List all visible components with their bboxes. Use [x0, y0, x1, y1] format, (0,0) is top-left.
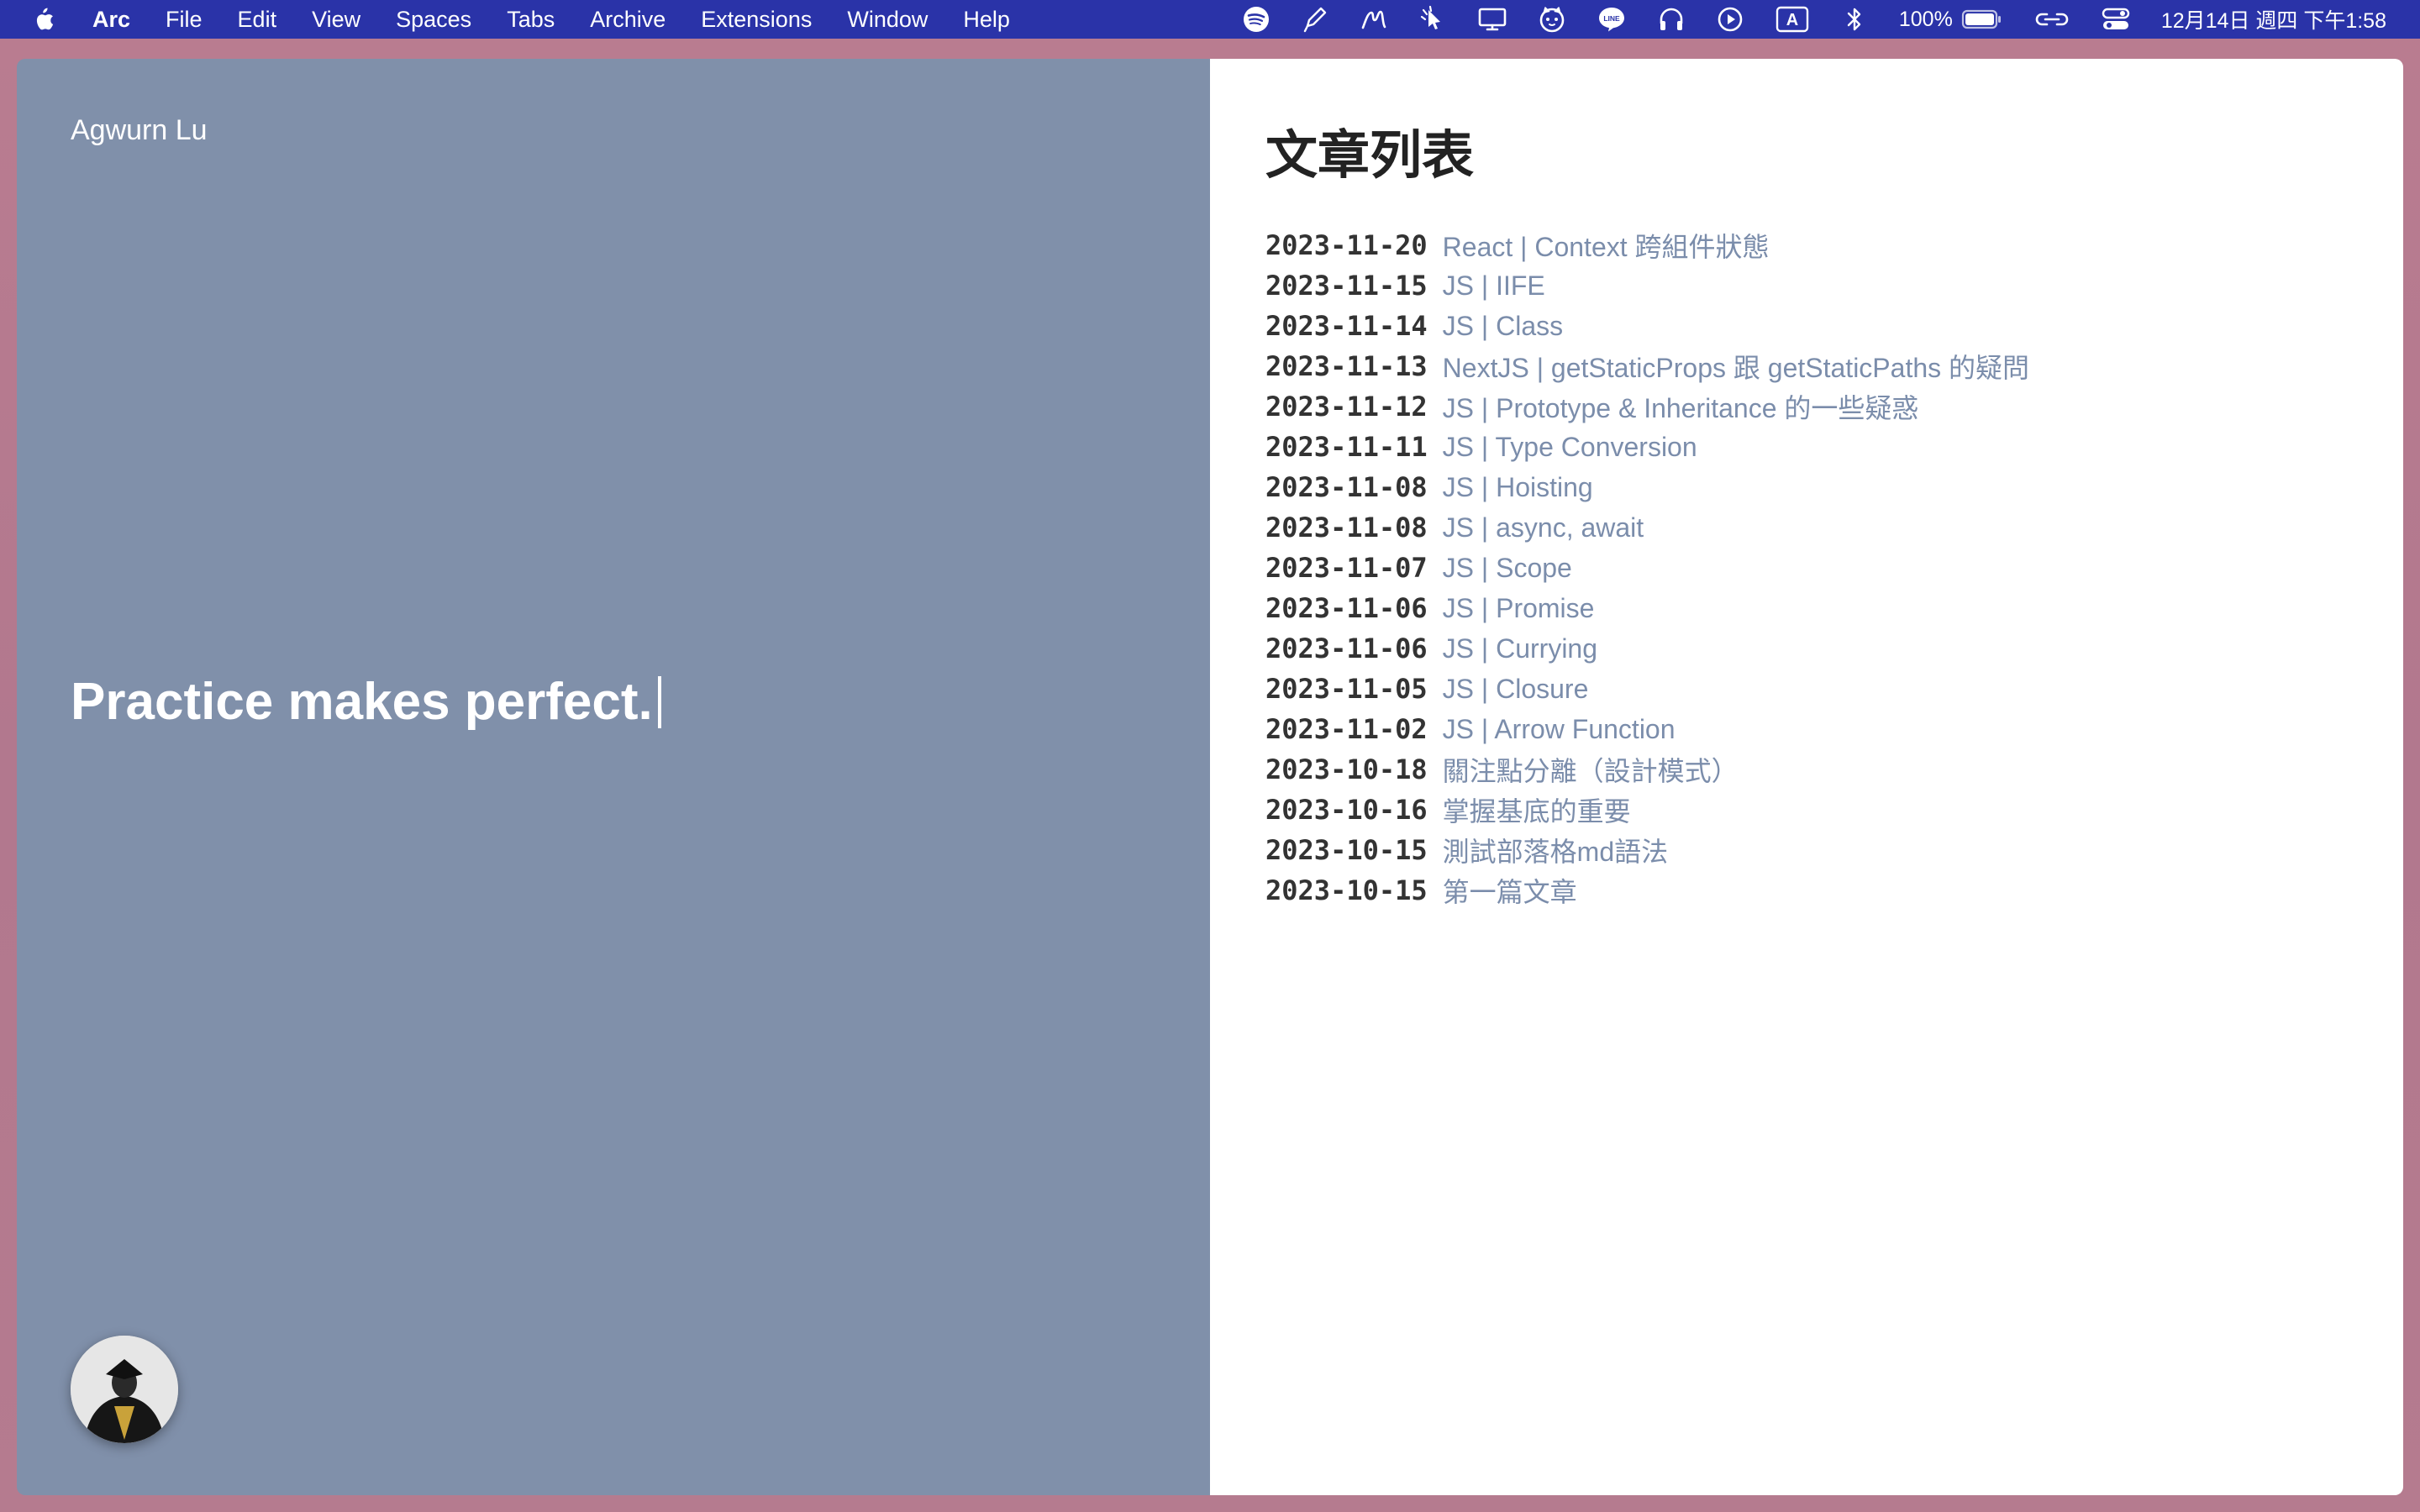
- cursor-gesture-icon[interactable]: [1418, 5, 1447, 34]
- menu-bar: Arc File Edit View Spaces Tabs Archive E…: [0, 0, 2420, 39]
- post-title-link[interactable]: 測試部落格md語法: [1443, 831, 1668, 869]
- post-date: 2023-11-13: [1265, 350, 1428, 382]
- list-item: 2023-11-06 JS | Promise: [1265, 588, 2029, 628]
- post-title-link[interactable]: JS | Arrow Function: [1443, 714, 1676, 745]
- menu-tabs[interactable]: Tabs: [507, 7, 555, 33]
- post-date: 2023-11-15: [1265, 270, 1428, 302]
- post-date: 2023-10-15: [1265, 874, 1428, 906]
- list-item: 2023-11-02 JS | Arrow Function: [1265, 709, 2029, 749]
- list-item: 2023-11-12 JS | Prototype & Inheritance 的…: [1265, 386, 2029, 427]
- list-item: 2023-10-16 掌握基底的重要: [1265, 790, 2029, 830]
- brush-icon[interactable]: [1360, 5, 1388, 34]
- article-list-title: 文章列表: [1265, 127, 1475, 185]
- article-list-panel: 文章列表 2023-11-20 React | Context 跨組件狀態 2023…: [1210, 59, 2403, 1495]
- post-date: 2023-11-06: [1265, 633, 1428, 664]
- input-source-icon[interactable]: A: [1775, 5, 1810, 34]
- post-date: 2023-11-14: [1265, 310, 1428, 342]
- list-item: 2023-11-08 JS | Hoisting: [1265, 467, 2029, 507]
- menu-bar-left: Arc File Edit View Spaces Tabs Archive E…: [0, 0, 1045, 39]
- post-date: 2023-11-05: [1265, 673, 1428, 705]
- menu-edit[interactable]: Edit: [238, 7, 277, 33]
- post-title-link[interactable]: JS | Closure: [1443, 674, 1589, 705]
- post-title-link[interactable]: 掌握基底的重要: [1443, 790, 1631, 829]
- list-item: 2023-11-14 JS | Class: [1265, 306, 2029, 346]
- list-item: 2023-10-18 關注點分離（設計模式）: [1265, 749, 2029, 790]
- post-date: 2023-10-18: [1265, 753, 1428, 785]
- post-title-link[interactable]: JS | Hoisting: [1443, 472, 1593, 503]
- post-title-link[interactable]: JS | Currying: [1443, 633, 1597, 664]
- article-list: 2023-11-20 React | Context 跨組件狀態 2023-11-1…: [1265, 225, 2029, 911]
- post-title-link[interactable]: JS | Type Conversion: [1443, 432, 1697, 463]
- list-item: 2023-11-05 JS | Closure: [1265, 669, 2029, 709]
- post-date: 2023-11-08: [1265, 471, 1428, 503]
- list-item: 2023-10-15 測試部落格md語法: [1265, 830, 2029, 870]
- post-title-link[interactable]: JS | IIFE: [1443, 270, 1545, 302]
- menu-extensions[interactable]: Extensions: [701, 7, 812, 33]
- author-avatar[interactable]: [71, 1336, 178, 1443]
- battery-level-fill: [1965, 13, 1994, 25]
- menu-app-name[interactable]: Arc: [92, 7, 130, 33]
- menu-bar-clock[interactable]: 12月14日 週四 下午1:58: [2161, 4, 2386, 34]
- headphones-icon[interactable]: [1657, 5, 1686, 34]
- battery-icon[interactable]: [1961, 5, 2003, 34]
- input-source-label: A: [1786, 11, 1798, 29]
- post-date: 2023-11-06: [1265, 592, 1428, 624]
- apple-logo-icon[interactable]: [30, 5, 55, 34]
- play-circle-icon[interactable]: [1716, 5, 1744, 34]
- line-app-icon[interactable]: LINE: [1597, 5, 1627, 34]
- post-title-link[interactable]: JS | Class: [1443, 311, 1563, 342]
- pen-icon[interactable]: [1301, 5, 1329, 34]
- menu-window[interactable]: Window: [847, 7, 928, 33]
- avatar-photo: [71, 1336, 178, 1443]
- post-title-link[interactable]: JS | async, await: [1443, 512, 1644, 543]
- web-page: Agwurn Lu Practice makes perfect. 文章列表 2…: [17, 59, 2403, 1495]
- post-date: 2023-11-02: [1265, 713, 1428, 745]
- post-title-link[interactable]: 第一篇文章: [1443, 871, 1577, 910]
- post-date: 2023-11-07: [1265, 552, 1428, 584]
- menu-file[interactable]: File: [166, 7, 203, 33]
- post-date: 2023-11-12: [1265, 391, 1428, 423]
- site-name-link[interactable]: Agwurn Lu: [71, 114, 208, 147]
- hero-tagline: Practice makes perfect.: [71, 672, 661, 732]
- list-item: 2023-11-07 JS | Scope: [1265, 548, 2029, 588]
- menu-archive[interactable]: Archive: [590, 7, 666, 33]
- list-item: 2023-10-15 第一篇文章: [1265, 870, 2029, 911]
- post-date: 2023-10-15: [1265, 834, 1428, 866]
- list-item: 2023-11-15 JS | IIFE: [1265, 265, 2029, 306]
- post-date: 2023-11-11: [1265, 431, 1428, 463]
- list-item: 2023-11-06 JS | Currying: [1265, 628, 2029, 669]
- cat-face-icon[interactable]: [1538, 5, 1566, 34]
- post-title-link[interactable]: JS | Scope: [1443, 553, 1572, 584]
- bluetooth-icon[interactable]: [1840, 5, 1869, 34]
- link-icon[interactable]: [2033, 5, 2070, 34]
- hero-panel: Agwurn Lu Practice makes perfect.: [17, 59, 1210, 1495]
- menu-view[interactable]: View: [312, 7, 360, 33]
- tagline-text: Practice makes perfect.: [71, 673, 653, 731]
- list-item: 2023-11-11 JS | Type Conversion: [1265, 427, 2029, 467]
- menu-bar-status-area: LINE A 100% 12月14日 週四 下午1:58: [1212, 0, 2386, 39]
- svg-text:LINE: LINE: [1603, 14, 1620, 23]
- post-date: 2023-11-20: [1265, 229, 1428, 261]
- list-item: 2023-11-08 JS | async, await: [1265, 507, 2029, 548]
- post-title-link[interactable]: NextJS | getStaticProps 跟 getStaticPaths…: [1443, 347, 2029, 386]
- battery-percent[interactable]: 100%: [1899, 8, 1953, 32]
- post-title-link[interactable]: 關注點分離（設計模式）: [1443, 750, 1739, 789]
- menu-help[interactable]: Help: [963, 7, 1010, 33]
- display-icon[interactable]: [1477, 5, 1507, 34]
- post-title-link[interactable]: JS | Prototype & Inheritance 的一些疑惑: [1443, 387, 1919, 426]
- list-item: 2023-11-20 React | Context 跨組件狀態: [1265, 225, 2029, 265]
- post-date: 2023-11-08: [1265, 512, 1428, 543]
- menu-spaces[interactable]: Spaces: [396, 7, 471, 33]
- control-center-icon[interactable]: [2101, 5, 2131, 34]
- list-item: 2023-11-13 NextJS | getStaticProps 跟 getS…: [1265, 346, 2029, 386]
- post-title-link[interactable]: React | Context 跨組件狀態: [1443, 226, 1770, 265]
- post-date: 2023-10-16: [1265, 794, 1428, 826]
- spotify-icon[interactable]: [1242, 5, 1270, 34]
- post-title-link[interactable]: JS | Promise: [1443, 593, 1595, 624]
- typing-caret: [657, 675, 661, 728]
